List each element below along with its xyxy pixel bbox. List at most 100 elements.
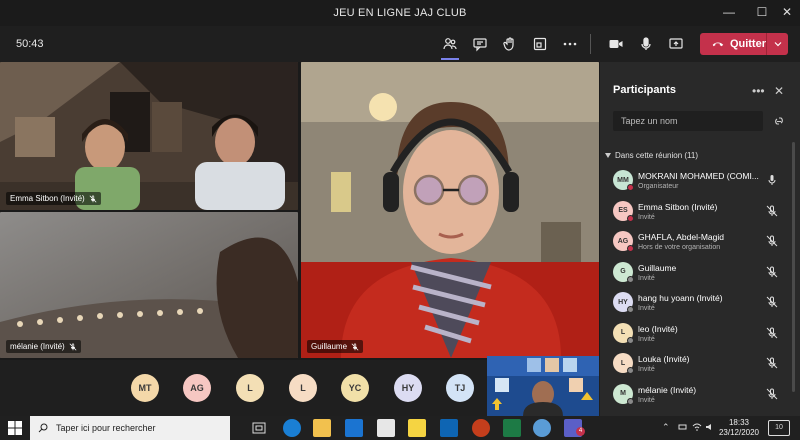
participant-role: Organisateur [638,183,679,190]
participant-avatar: HY [613,292,634,313]
share-screen-icon[interactable] [666,34,686,54]
presence-dot [627,336,634,344]
participant-row[interactable]: L Louka (Invité) Invité [600,349,790,380]
participant-name: mélanie (Invité) [10,342,65,351]
more-icon[interactable] [560,34,580,54]
battery-icon[interactable] [678,422,688,432]
panel-close-button[interactable]: ✕ [774,84,784,98]
participant-avatar[interactable]: TJ [446,374,474,402]
leave-main-button[interactable]: Quitter [700,33,766,55]
participant-avatar[interactable]: YC [341,374,369,402]
mic-off-icon[interactable] [766,296,778,308]
mic-off-icon[interactable] [766,205,778,217]
presence-dot [627,367,634,374]
mic-off-icon[interactable] [766,235,778,247]
participant-avatar[interactable]: AG [183,374,211,402]
mail-icon[interactable] [345,419,363,437]
participant-row[interactable]: ES Emma Sitbon (Invité) Invité [600,197,790,228]
wifi-icon[interactable] [692,422,702,432]
outlook-icon[interactable] [440,419,458,437]
leave-label: Quitter [729,38,766,50]
sticky-notes-icon[interactable] [408,419,426,437]
participant-avatar[interactable]: L [289,374,317,402]
powerpoint-icon[interactable] [472,419,490,437]
panel-more-button[interactable]: ••• [752,84,765,98]
windows-taskbar: Taper ici pour rechercher 4 ⌃ 18:33 23/1… [0,416,800,440]
microphone-icon[interactable] [766,174,778,186]
teams-icon[interactable]: 4 [564,419,585,437]
phone-icon [712,42,724,47]
meeting-toolbar: 50:43 Quitter [0,26,800,62]
section-label: Dans cette réunion (11) [615,151,699,160]
volume-icon[interactable] [705,422,715,432]
raise-hand-icon[interactable] [500,34,520,54]
avatar-initials: MT [138,383,152,393]
taskbar-search-input[interactable]: Taper ici pour rechercher [30,416,230,440]
video-tile-emma[interactable]: Emma Sitbon (Invité) [0,62,298,210]
chevron-down-icon [605,153,611,158]
avatar-initials: AG [190,383,204,393]
avatar-initials: YC [348,383,362,393]
mic-off-icon[interactable] [766,357,778,369]
participant-row[interactable]: MM MOKRANI MOHAMED (COMI... Organisateur [600,166,790,197]
avatar-initials: HY [618,298,628,306]
chevron-down-icon [774,42,781,47]
participants-panel: Participants ••• ✕ Tapez un nom Dans cet… [600,62,800,416]
taskbar-clock[interactable]: 18:33 23/12/2020 [716,418,762,438]
notifications-button[interactable]: 10 [768,420,790,436]
task-view-icon[interactable] [250,419,268,437]
browser-icon[interactable] [533,419,551,437]
panel-title: Participants [613,84,676,96]
mic-off-icon [351,342,359,350]
camera-icon[interactable] [606,34,626,54]
participant-search-input[interactable]: Tapez un nom [613,111,763,131]
meeting-section-header[interactable]: Dans cette réunion (11) [605,151,698,160]
excel-icon[interactable] [503,419,521,437]
breakout-icon[interactable] [530,34,550,54]
microphone-icon[interactable] [636,34,656,54]
participant-role: Invité [638,396,655,404]
participant-avatar: M [613,383,634,405]
avatar-initials: ES [618,207,628,214]
people-icon[interactable] [440,34,460,54]
share-invite-icon[interactable] [772,115,786,127]
self-view-feed [487,356,599,416]
maximize-button[interactable]: ☐ [755,5,769,19]
video-tile-melanie[interactable]: mélanie (Invité) [0,212,298,358]
participant-name: Guillaume [311,342,348,351]
windows-start-icon[interactable] [8,421,22,435]
participant-avatar[interactable]: L [236,374,264,402]
mic-off-icon[interactable] [766,266,778,278]
presence-dot [627,184,634,191]
store-icon[interactable] [377,419,395,437]
video-tile-guillaume[interactable]: Guillaume [301,62,599,358]
participant-role: Invité [638,305,655,312]
edge-icon[interactable] [283,419,301,437]
leave-button[interactable]: Quitter [700,33,788,55]
toolbar-divider [590,34,591,54]
minimize-button[interactable]: — [722,5,736,19]
mic-off-icon[interactable] [766,327,778,339]
participant-row[interactable]: Lleo (Invité) Invité [600,319,790,350]
participant-name: GHAFLA, Abdel-Magid [638,232,724,242]
chat-icon[interactable] [470,34,490,54]
leave-options-button[interactable] [767,33,788,55]
participant-avatar[interactable]: MT [131,374,159,402]
panel-scrollbar[interactable] [792,142,795,392]
presence-dot [627,275,634,283]
participant-avatar[interactable]: HY [394,374,422,402]
participant-row[interactable]: Mmélanie (Invité) Invité [600,380,790,411]
participant-row[interactable]: HY hang hu yoann (Invité) Invité [600,288,790,319]
participant-role: Invité [638,335,655,343]
close-window-button[interactable]: ✕ [780,5,794,19]
window-titlebar: JEU EN LIGNE JAJ CLUB — ☐ ✕ [0,0,800,26]
tray-chevron-icon[interactable]: ⌃ [662,422,670,433]
participant-row[interactable]: AG GHAFLA, Abdel-Magid Hors de votre organ… [600,227,790,258]
participant-row[interactable]: G Guillaume Invité [600,258,790,289]
file-explorer-icon[interactable] [313,419,331,437]
mic-off-icon[interactable] [766,388,778,400]
self-view-video[interactable] [487,356,599,416]
avatar-initials: M [620,390,626,397]
participant-avatar: G [613,261,634,283]
participant-name: Emma Sitbon (Invité) [10,194,85,203]
